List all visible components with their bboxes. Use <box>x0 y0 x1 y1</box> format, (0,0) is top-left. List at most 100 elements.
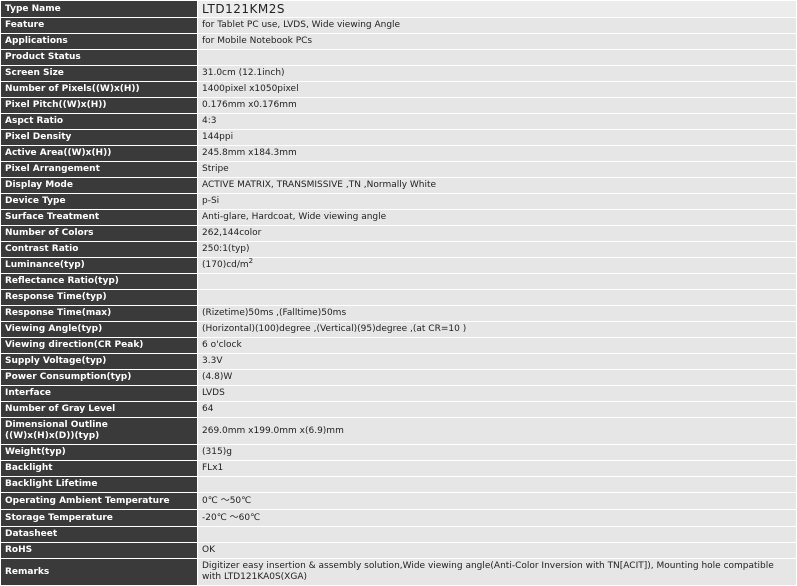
spec-value: LTD121KM2S <box>197 0 797 18</box>
spec-label: Applications <box>0 33 198 50</box>
spec-label: Product Status <box>0 49 198 66</box>
spec-value: (4.8)W <box>197 369 797 386</box>
spec-row: Active Area((W)x(H)) 245.8mm x184.3mm <box>0 145 797 162</box>
spec-label: Storage Temperature <box>0 509 198 527</box>
spec-value: (315)g <box>197 444 797 461</box>
spec-row: Display Mode ACTIVE MATRIX, TRANSMISSIVE … <box>0 177 797 194</box>
spec-row: Number of Gray Level 64 <box>0 401 797 418</box>
spec-value-text: (315)g <box>202 447 232 457</box>
spec-value-text: 250:1(typ) <box>202 244 250 254</box>
spec-value: ACTIVE MATRIX, TRANSMISSIVE ,TN ,Normall… <box>197 177 797 194</box>
spec-label: Contrast Ratio <box>0 241 198 258</box>
spec-row: Dimensional Outline ((W)x(H)x(D))(typ) 26… <box>0 417 797 445</box>
spec-label: Remarks <box>0 558 198 586</box>
spec-row: Type Name LTD121KM2S <box>0 0 797 18</box>
spec-row: Pixel Arrangement Stripe <box>0 161 797 178</box>
spec-value-text: Stripe <box>202 164 229 174</box>
spec-label: Response Time(max) <box>0 305 198 322</box>
spec-value-text: (4.8)W <box>202 372 233 382</box>
spec-row: Backlight FLx1 <box>0 460 797 477</box>
spec-value: 1400pixel x1050pixel <box>197 81 797 98</box>
spec-value <box>197 526 797 543</box>
spec-label: Screen Size <box>0 65 198 82</box>
spec-value-text: for Mobile Notebook PCs <box>202 36 313 46</box>
spec-row: Number of Pixels((W)x(H)) 1400pixel x1050… <box>0 81 797 98</box>
spec-value: Anti-glare, Hardcoat, Wide viewing angle <box>197 209 797 226</box>
spec-label: Reflectance Ratio(typ) <box>0 273 198 290</box>
spec-label: Pixel Pitch((W)x(H)) <box>0 97 198 114</box>
spec-row: Screen Size 31.0cm (12.1inch) <box>0 65 797 82</box>
spec-value <box>197 49 797 66</box>
spec-value <box>197 476 797 493</box>
spec-value: (Horizontal)(100)degree ,(Vertical)(95)d… <box>197 321 797 338</box>
spec-label: Supply Voltage(typ) <box>0 353 198 370</box>
spec-row: Response Time(max) (Rizetime)50ms ,(Fallt… <box>0 305 797 322</box>
spec-row: Feature for Tablet PC use, LVDS, Wide vie… <box>0 17 797 34</box>
spec-value-text: Digitizer easy insertion & assembly solu… <box>202 561 774 582</box>
spec-value-text: 64 <box>202 404 214 414</box>
spec-row: Luminance(typ) (170)cd/m2 <box>0 257 797 274</box>
spec-value: p-Si <box>197 193 797 210</box>
spec-row: Surface Treatment Anti-glare, Hardcoat, W… <box>0 209 797 226</box>
spec-value-text: 3.3V <box>202 356 223 366</box>
spec-label: Viewing direction(CR Peak) <box>0 337 198 354</box>
spec-row: Datasheet <box>0 526 797 543</box>
spec-row: Contrast Ratio 250:1(typ) <box>0 241 797 258</box>
spec-value: 269.0mm x199.0mm x(6.9)mm <box>197 417 797 445</box>
spec-value-text: (170)cd/m <box>202 260 249 270</box>
spec-value: OK <box>197 542 797 559</box>
spec-value-text: FLx1 <box>202 463 224 473</box>
spec-value: 250:1(typ) <box>197 241 797 258</box>
spec-value: 0.176mm x0.176mm <box>197 97 797 114</box>
spec-value: Digitizer easy insertion & assembly solu… <box>197 558 797 586</box>
spec-label: Interface <box>0 385 198 402</box>
spec-value-text: 245.8mm x184.3mm <box>202 148 297 158</box>
spec-label: Surface Treatment <box>0 209 198 226</box>
spec-row: Pixel Density 144ppi <box>0 129 797 146</box>
spec-row: Viewing Angle(typ) (Horizontal)(100)degre… <box>0 321 797 338</box>
spec-row: Operating Ambient Temperature 0℃ ～50℃ <box>0 492 797 510</box>
spec-row: RoHS OK <box>0 542 797 559</box>
spec-value-text: 4:3 <box>202 116 217 126</box>
spec-label: Power Consumption(typ) <box>0 369 198 386</box>
spec-label: Pixel Arrangement <box>0 161 198 178</box>
spec-row: Supply Voltage(typ) 3.3V <box>0 353 797 370</box>
spec-value-superscript: 2 <box>248 257 254 265</box>
spec-value-text: for Tablet PC use, LVDS, Wide viewing An… <box>202 20 401 30</box>
spec-row: Device Type p-Si <box>0 193 797 210</box>
spec-value-text: 0.176mm x0.176mm <box>202 100 297 110</box>
spec-label: Pixel Density <box>0 129 198 146</box>
spec-value: 0℃ ～50℃ <box>197 492 797 510</box>
spec-row: Number of Colors 262,144color <box>0 225 797 242</box>
spec-row: Weight(typ) (315)g <box>0 444 797 461</box>
spec-label: Weight(typ) <box>0 444 198 461</box>
spec-value: 6 o'clock <box>197 337 797 354</box>
spec-value: -20℃ ～60℃ <box>197 509 797 527</box>
spec-label: Display Mode <box>0 177 198 194</box>
spec-label: Dimensional Outline ((W)x(H)x(D))(typ) <box>0 417 198 445</box>
spec-label: Device Type <box>0 193 198 210</box>
spec-label: Luminance(typ) <box>0 257 198 274</box>
spec-label: Type Name <box>0 0 198 18</box>
spec-label: RoHS <box>0 542 198 559</box>
spec-value: 31.0cm (12.1inch) <box>197 65 797 82</box>
spec-row: Remarks Digitizer easy insertion & assemb… <box>0 558 797 586</box>
spec-label: Response Time(typ) <box>0 289 198 306</box>
spec-label: Aspct Ratio <box>0 113 198 130</box>
spec-label: Active Area((W)x(H)) <box>0 145 198 162</box>
spec-row: Product Status <box>0 49 797 66</box>
spec-row: Applications for Mobile Notebook PCs <box>0 33 797 50</box>
spec-row: Response Time(typ) <box>0 289 797 306</box>
spec-value: FLx1 <box>197 460 797 477</box>
spec-value-text: LTD121KM2S <box>202 1 285 16</box>
spec-row: Power Consumption(typ) (4.8)W <box>0 369 797 386</box>
spec-row: Pixel Pitch((W)x(H)) 0.176mm x0.176mm <box>0 97 797 114</box>
spec-value-text: OK <box>202 545 215 555</box>
spec-label: Datasheet <box>0 526 198 543</box>
spec-value: (Rizetime)50ms ,(Falltime)50ms <box>197 305 797 322</box>
spec-value: 3.3V <box>197 353 797 370</box>
spec-value: for Tablet PC use, LVDS, Wide viewing An… <box>197 17 797 34</box>
spec-label: Number of Gray Level <box>0 401 198 418</box>
spec-value-text: (Horizontal)(100)degree ,(Vertical)(95)d… <box>202 324 467 334</box>
spec-table: Type Name LTD121KM2S Feature for Tablet PC … <box>0 0 797 586</box>
